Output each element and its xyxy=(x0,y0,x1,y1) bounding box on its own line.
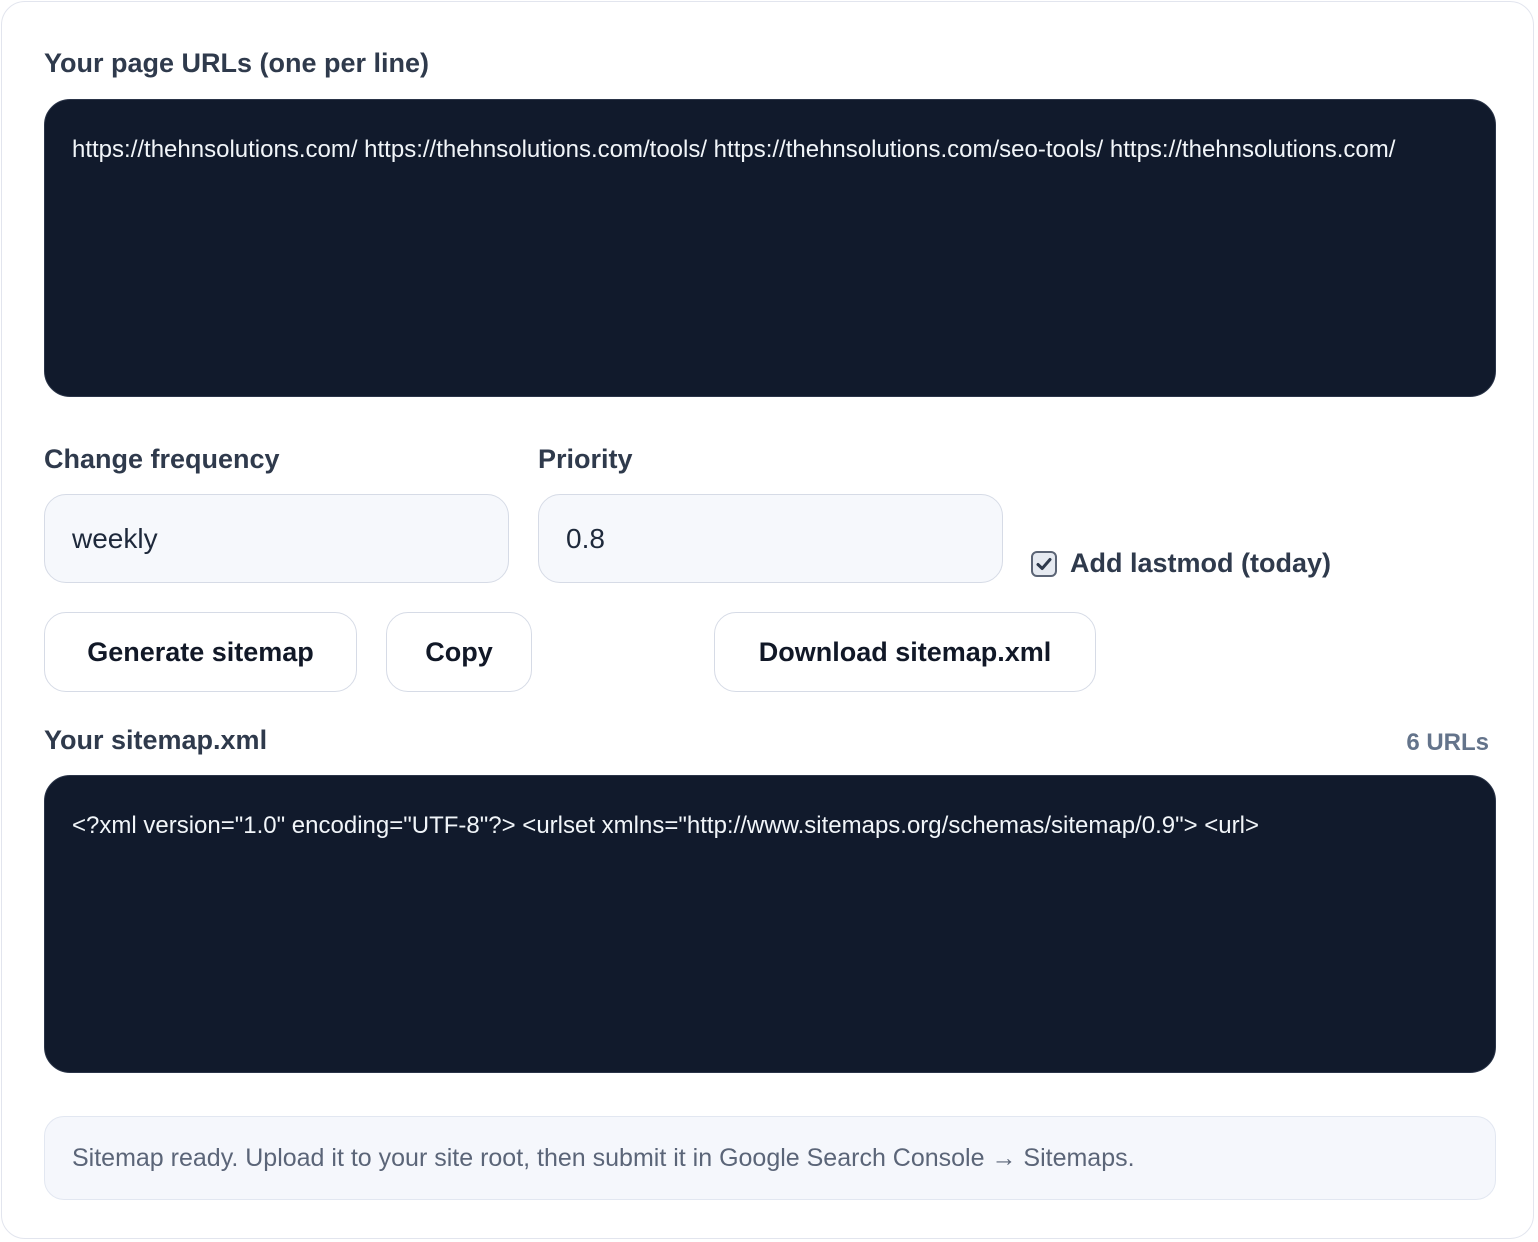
priority-select[interactable]: 0.8 xyxy=(538,494,1003,583)
urls-label: Your page URLs (one per line) xyxy=(44,48,430,78)
status-text: Sitemap ready. Upload it to your site ro… xyxy=(72,1143,1135,1172)
urls-textarea[interactable]: https://thehnsolutions.com/ https://theh… xyxy=(44,99,1496,397)
priority-value: 0.8 xyxy=(566,522,605,554)
output-label: Your sitemap.xml xyxy=(44,725,268,755)
lastmod-checkbox[interactable] xyxy=(1031,551,1057,577)
sitemap-generator-card: Your page URLs (one per line) https://th… xyxy=(1,1,1534,1239)
download-sitemap-button[interactable]: Download sitemap.xml xyxy=(714,612,1096,692)
frequency-label: Change frequency xyxy=(44,444,280,474)
check-icon xyxy=(1036,558,1052,570)
frequency-select[interactable]: weekly xyxy=(44,494,509,583)
lastmod-label[interactable]: Add lastmod (today) xyxy=(1070,548,1331,579)
sitemap-output-textarea[interactable]: <?xml version="1.0" encoding="UTF-8"?> <… xyxy=(44,775,1496,1073)
status-message: Sitemap ready. Upload it to your site ro… xyxy=(44,1116,1496,1200)
priority-label: Priority xyxy=(538,444,633,474)
url-count-badge: 6 URLs xyxy=(1406,729,1489,756)
frequency-value: weekly xyxy=(72,522,158,554)
generate-sitemap-button[interactable]: Generate sitemap xyxy=(44,612,357,692)
copy-button[interactable]: Copy xyxy=(386,612,532,692)
